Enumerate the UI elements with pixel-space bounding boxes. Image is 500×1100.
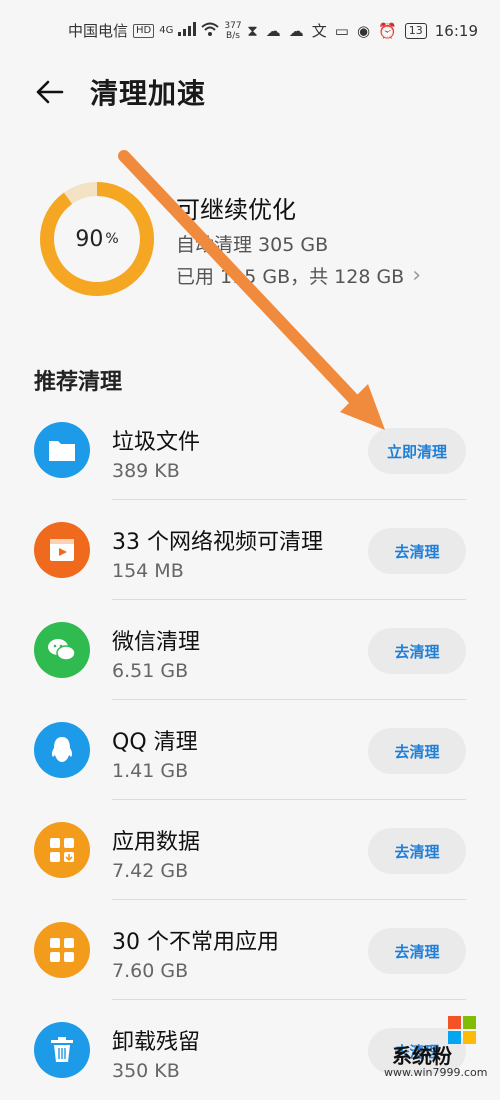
status-bar: 中国电信 HD 4G 377 B/s ⧗ ☁ ☁ 文 ▭ ◉ ⏰ 13 16:19: [0, 0, 500, 60]
network-speed: 377 B/s: [224, 20, 242, 41]
item-size: 1.41 GB: [112, 760, 189, 782]
item-size: 7.60 GB: [112, 960, 189, 982]
summary-title: 可继续优化: [176, 196, 296, 224]
go-clean-button[interactable]: 去清理: [368, 628, 466, 674]
hourglass-icon: ⧗: [247, 21, 258, 40]
back-arrow-icon[interactable]: [34, 76, 66, 108]
go-clean-button[interactable]: 去清理: [368, 528, 466, 574]
auto-clean-text: 自动清理 305 GB: [176, 234, 329, 256]
carrier-label: 中国电信: [68, 22, 129, 40]
section-title: 推荐清理: [34, 370, 123, 395]
item-name: 卸载残留: [112, 1030, 201, 1055]
hd-badge: HD: [133, 23, 155, 38]
trash-icon: [34, 1022, 90, 1078]
apps-grid-icon: [34, 922, 90, 978]
clean-now-button[interactable]: 立即清理: [368, 428, 466, 474]
item-size: 154 MB: [112, 560, 184, 582]
card-icon: ▭: [334, 21, 349, 40]
watermark-text: 系统粉: [392, 1044, 452, 1068]
chevron-right-icon: ›: [412, 263, 422, 288]
alarm-icon: ⏰: [378, 21, 397, 40]
storage-summary: 90% 可继续优化 自动清理 305 GB 已用 115 GB，共 128 GB…: [0, 170, 500, 310]
go-clean-button[interactable]: 去清理: [368, 928, 466, 974]
list-item[interactable]: 微信清理 6.51 GB 去清理: [0, 600, 500, 700]
item-name: 应用数据: [112, 830, 201, 855]
list-item[interactable]: 30 个不常用应用 7.60 GB 去清理: [0, 900, 500, 1000]
item-name: 30 个不常用应用: [112, 930, 279, 955]
go-clean-button[interactable]: 去清理: [368, 828, 466, 874]
wifi-icon: [201, 22, 220, 40]
usage-percent: 90%: [75, 226, 119, 252]
windows-logo-icon: [448, 1016, 476, 1044]
app-data-icon: [34, 822, 90, 878]
storage-usage-link[interactable]: 已用 115 GB，共 128 GB ›: [176, 262, 421, 289]
network-label: 4G: [159, 25, 174, 36]
signal-icon: [178, 21, 197, 40]
list-item[interactable]: QQ 清理 1.41 GB 去清理: [0, 700, 500, 800]
item-size: 389 KB: [112, 460, 180, 482]
battery-indicator: 13: [404, 22, 427, 39]
item-name: 微信清理: [112, 630, 201, 655]
list-item[interactable]: 垃圾文件 389 KB 立即清理: [0, 400, 500, 500]
go-clean-button[interactable]: 去清理: [368, 728, 466, 774]
item-size: 6.51 GB: [112, 660, 189, 682]
recommend-list: 垃圾文件 389 KB 立即清理 33 个网络视频可清理 154 MB 去清理 …: [0, 400, 500, 1100]
cloud-icon: ☁: [265, 21, 281, 40]
folder-icon: [34, 422, 90, 478]
item-size: 350 KB: [112, 1060, 180, 1082]
list-item[interactable]: 应用数据 7.42 GB 去清理: [0, 800, 500, 900]
qq-icon: [34, 722, 90, 778]
eye-icon: ◉: [356, 21, 371, 40]
watermark-url: www.win7999.com: [384, 1066, 488, 1079]
video-icon: [34, 522, 90, 578]
app-header: 清理加速: [0, 60, 500, 124]
list-item[interactable]: 33 个网络视频可清理 154 MB 去清理: [0, 500, 500, 600]
time-label: 16:19: [434, 21, 478, 40]
item-name: QQ 清理: [112, 730, 198, 755]
translate-icon: 文: [311, 22, 327, 40]
item-name: 垃圾文件: [112, 430, 201, 455]
item-name: 33 个网络视频可清理: [112, 530, 323, 555]
watermark: 系统粉 www.win7999.com: [384, 1006, 500, 1084]
wechat-icon: [34, 622, 90, 678]
item-size: 7.42 GB: [112, 860, 189, 882]
storage-usage-text: 已用 115 GB，共 128 GB: [176, 266, 405, 288]
page-title: 清理加速: [90, 77, 207, 110]
cloud-upload-icon: ☁: [288, 21, 304, 40]
